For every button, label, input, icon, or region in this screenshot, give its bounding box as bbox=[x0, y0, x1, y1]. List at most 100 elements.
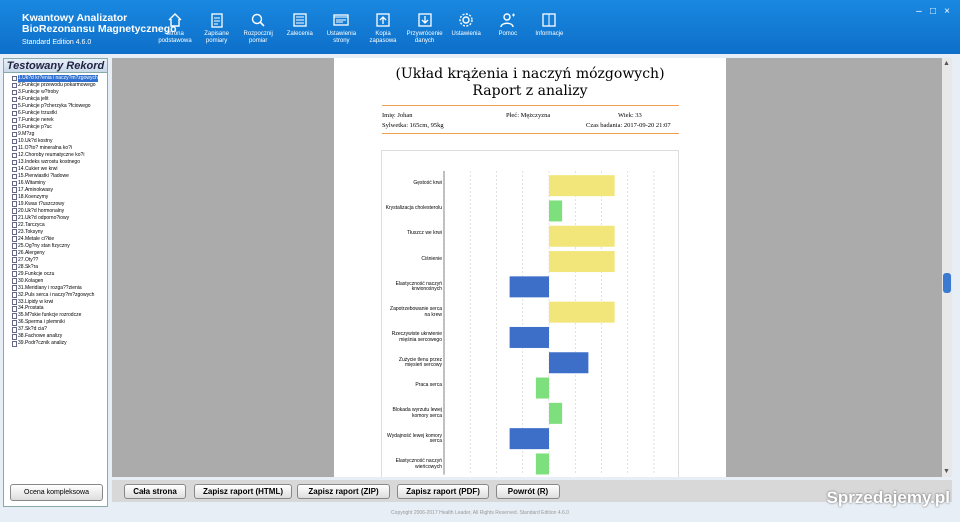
user-icon bbox=[486, 12, 530, 28]
tree-item-label: 34.Prostata bbox=[18, 305, 44, 312]
tree-item[interactable]: 21.Uk?d odporno?iowy bbox=[12, 215, 107, 222]
tree-item-label: 13.Indeks wzrostu kostnego bbox=[18, 158, 80, 165]
action-button-1[interactable]: Cała strona bbox=[124, 484, 186, 499]
document-icon bbox=[12, 124, 17, 131]
category-label: Rzeczywiste ukrwienie mięśnia sercowego bbox=[391, 331, 442, 344]
close-button[interactable]: × bbox=[940, 6, 954, 17]
download-icon bbox=[403, 12, 447, 28]
tree-item[interactable]: 27.Oty?? bbox=[12, 257, 107, 264]
nav-label: Pomoc bbox=[498, 31, 518, 37]
scroll-up-icon[interactable]: ▲ bbox=[943, 60, 950, 67]
nav-window-button[interactable]: Ustawienia strony bbox=[319, 12, 363, 44]
action-button-4[interactable]: Zapisz raport (PDF) bbox=[397, 484, 489, 499]
category-label: Zużycie tlenu przez mięsień sercowy bbox=[398, 356, 442, 369]
document-icon bbox=[12, 131, 17, 138]
report-title-line1: (Układ krążenia i naczyń mózgowych) bbox=[395, 66, 665, 82]
tree-item[interactable]: 17.Aminokwasy bbox=[12, 187, 107, 194]
ocena-kompleksowa-button[interactable]: Ocena kompleksowa bbox=[10, 484, 103, 501]
tree-item-label: 19.Kwas t?uszczowy bbox=[18, 200, 65, 207]
tree-item[interactable]: 10.Uk?d kostny bbox=[12, 138, 107, 145]
tree-item[interactable]: 28.Sk?ra bbox=[12, 264, 107, 271]
bar bbox=[535, 377, 549, 399]
nav-label: Zapisane pomiary bbox=[204, 31, 229, 44]
bar bbox=[549, 301, 615, 323]
tree-item[interactable]: 38.Fachowe analizy bbox=[12, 333, 107, 340]
tree-item[interactable]: 29.Funkcje oczu bbox=[12, 271, 107, 278]
patient-age: Wiek: 33 bbox=[618, 112, 642, 119]
tree-item-label: 20.Uk?d hormonalny bbox=[18, 207, 65, 214]
nav-home-button[interactable]: Strona podstawowa bbox=[153, 12, 197, 44]
tree-item[interactable]: 16.Witaminy bbox=[12, 180, 107, 187]
tree-item[interactable]: 31.Meridiany i rozga??zienia bbox=[12, 285, 107, 292]
tree-item[interactable]: 34.Prostata bbox=[12, 305, 107, 312]
document-icon bbox=[12, 145, 17, 152]
tree-item[interactable]: 5.Funkcje p?cherzyka ?fciowego bbox=[12, 103, 107, 110]
vertical-scrollbar[interactable]: ▲ ▼ bbox=[942, 58, 952, 477]
action-button-3[interactable]: Zapisz raport (ZIP) bbox=[297, 484, 390, 499]
tree-item[interactable]: 4.Funkcja jelit bbox=[12, 96, 107, 103]
tree-item[interactable]: 3.Funkcje w?troby bbox=[12, 89, 107, 96]
tree-item[interactable]: 11.O?to? mineralna ko?i bbox=[12, 145, 107, 152]
nav-download-button[interactable]: Przywrócenie danych bbox=[403, 12, 447, 44]
scroll-thumb[interactable] bbox=[943, 273, 951, 293]
tree-item[interactable]: 32.Puls serca i naczy?m?zgowych bbox=[12, 292, 107, 299]
tree-item[interactable]: 22.Tarczyca bbox=[12, 222, 107, 229]
action-button-5[interactable]: Powrót (R) bbox=[496, 484, 560, 499]
tree-item[interactable]: 39.Podr?cznik analizy bbox=[12, 340, 107, 347]
minimize-button[interactable]: – bbox=[912, 6, 926, 17]
tree-item[interactable]: 24.Metale ci?kie bbox=[12, 236, 107, 243]
document-icon bbox=[12, 257, 17, 263]
nav-clipboard-button[interactable]: Zapisane pomiary bbox=[195, 12, 239, 44]
nav-gear-button[interactable]: Ustawienia bbox=[444, 12, 488, 38]
scroll-down-icon[interactable]: ▼ bbox=[943, 468, 950, 475]
tree-item[interactable]: 35.M?skie funkcje rozrodcze bbox=[12, 312, 107, 319]
nav-label: Przywrócenie danych bbox=[406, 31, 443, 44]
tree-item-label: 3.Funkcje w?troby bbox=[18, 88, 59, 95]
nav-list-button[interactable]: Zalecenia bbox=[278, 12, 322, 38]
tree-item[interactable]: 25.Og?ny stan fizyczny bbox=[12, 243, 107, 250]
document-icon bbox=[12, 138, 17, 145]
tree-item[interactable]: 18.Koenzymy bbox=[12, 194, 107, 201]
chart-container: Gęstość krwi Krystalizacja cholesterolu Tł… bbox=[381, 150, 679, 477]
tree-item[interactable]: 30.Kolagen bbox=[12, 278, 107, 285]
document-icon bbox=[12, 159, 17, 166]
tree-item[interactable]: 20.Uk?d hormonalny bbox=[12, 208, 107, 215]
document-icon bbox=[12, 82, 17, 89]
patient-name: Imię: Johan bbox=[382, 112, 413, 119]
tree-item[interactable]: 7.Funkcje nerek bbox=[12, 117, 107, 124]
maximize-button[interactable]: □ bbox=[926, 6, 940, 17]
document-icon bbox=[12, 320, 17, 326]
tree-item-label: 38.Fachowe analizy bbox=[18, 333, 63, 340]
tree-item[interactable]: 9.M?zg bbox=[12, 131, 107, 138]
tree-item-label: 21.Uk?d odporno?iowy bbox=[18, 214, 70, 221]
tree-item[interactable]: 8.Funkcje p?uc bbox=[12, 124, 107, 131]
nav-label: Kopia zapasowa bbox=[369, 31, 397, 44]
tree-item[interactable]: 33.Lipidy w krwi bbox=[12, 299, 107, 306]
document-icon bbox=[12, 334, 17, 340]
tree-item[interactable]: 19.Kwas t?uszczowy bbox=[12, 201, 107, 208]
tree-item[interactable]: 12.Choroby reumatyczne ko?i bbox=[12, 152, 107, 159]
tree-item[interactable]: 13.Indeks wzrostu kostnego bbox=[12, 159, 107, 166]
tree-item-label: 29.Funkcje oczu bbox=[18, 270, 55, 277]
nav-upload-button[interactable]: Kopia zapasowa bbox=[361, 12, 405, 44]
document-icon bbox=[12, 89, 17, 96]
nav-user-button[interactable]: Pomoc bbox=[486, 12, 530, 38]
document-icon bbox=[12, 229, 17, 235]
nav-search-button[interactable]: Rozpocznij pomiar bbox=[236, 12, 280, 44]
tree-item[interactable]: 2.Funkcje przewodu pokarmowego bbox=[12, 82, 107, 89]
tree-item[interactable]: 23.Toksyny bbox=[12, 229, 107, 236]
list-icon bbox=[278, 12, 322, 28]
tree-item[interactable]: 15.Pierwiastki ?ladowe bbox=[12, 173, 107, 180]
tree-item[interactable]: 1.Uk?d kr?enia i naczy?m?zgowych bbox=[12, 75, 107, 82]
action-button-2[interactable]: Zapisz raport (HTML) bbox=[194, 484, 292, 499]
tree-item[interactable]: 6.Funkcje trzustki bbox=[12, 110, 107, 117]
tree-item[interactable]: 14.Cukier we krwi bbox=[12, 166, 107, 173]
document-icon bbox=[12, 236, 17, 242]
tree-item[interactable]: 26.Alergeny bbox=[12, 250, 107, 257]
nav-book-button[interactable]: Informacje bbox=[527, 12, 571, 38]
tree-item[interactable]: 36.Sperma i plemniki bbox=[12, 319, 107, 326]
nav-label: Informacje bbox=[535, 31, 564, 37]
tree-item[interactable]: 37.Sk?d cia? bbox=[12, 326, 107, 333]
bar bbox=[549, 251, 615, 273]
document-icon bbox=[12, 208, 17, 214]
